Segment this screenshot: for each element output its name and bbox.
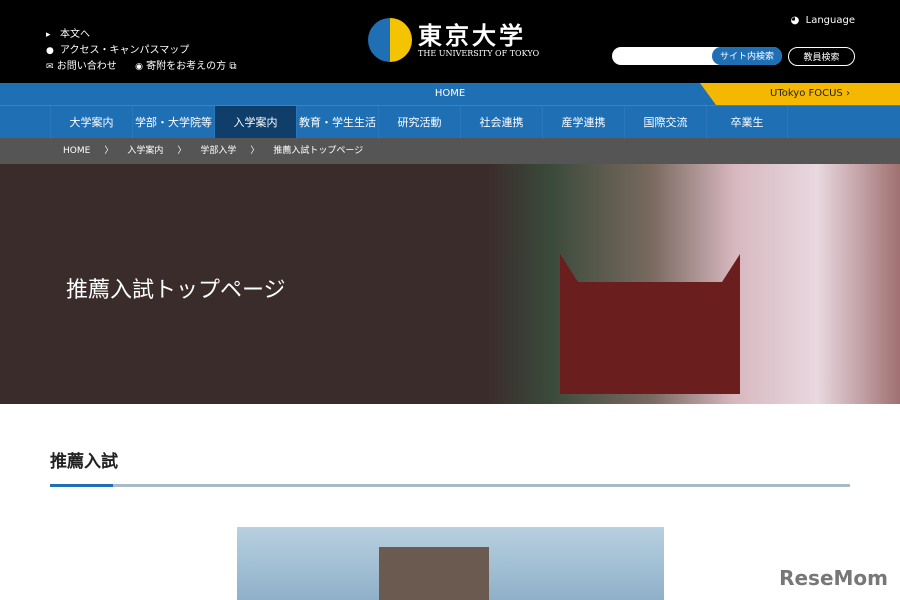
- ginkgo-logo-icon: [368, 18, 412, 62]
- external-link-icon: ⧉: [229, 61, 237, 72]
- utokyo-focus-link[interactable]: UTokyo FOCUS ›: [700, 83, 900, 105]
- home-link[interactable]: HOME: [435, 88, 465, 99]
- nav-about[interactable]: 大学案内: [50, 106, 132, 138]
- nav-industry[interactable]: 産学連携: [542, 106, 624, 138]
- university-logo[interactable]: 東京大学 THE UNIVERSITY OF TOKYO: [368, 18, 539, 62]
- contact-link[interactable]: ✉ お問い合わせ: [46, 59, 117, 75]
- donate-label: 寄附をお考えの方: [146, 61, 227, 72]
- access-link[interactable]: ● アクセス・キャンパスマップ: [46, 43, 236, 59]
- breadcrumb-home[interactable]: HOME: [63, 138, 90, 164]
- utility-links: ▸ 本文へ ● アクセス・キャンパスマップ ✉ お問い合わせ ◉ 寄附をお考えの方 …: [46, 27, 236, 75]
- skip-label: 本文へ: [60, 29, 90, 40]
- page-title: 推薦入試トップページ: [66, 278, 286, 303]
- header: ▸ 本文へ ● アクセス・キャンパスマップ ✉ お問い合わせ ◉ 寄附をお考えの方 …: [0, 0, 900, 83]
- resemom-watermark: ReseMom: [779, 566, 888, 590]
- nav-education[interactable]: 教育・学生生活: [296, 106, 378, 138]
- language-button[interactable]: ◕ Language: [791, 15, 855, 26]
- chevron-right-icon: 〉: [177, 146, 187, 156]
- breadcrumb-current: 推薦入試トップページ: [273, 146, 364, 156]
- breadcrumb-undergrad[interactable]: 学部入学: [200, 138, 236, 164]
- breadcrumb: HOME 〉 入学案内 〉 学部入学 〉 推薦入試トップページ: [0, 138, 900, 164]
- nav-admissions[interactable]: 入学案内: [214, 106, 296, 138]
- language-label: Language: [805, 15, 855, 26]
- donate-link[interactable]: ◉ 寄附をお考えの方 ⧉: [135, 59, 236, 75]
- faculty-search-button[interactable]: 教員検索: [788, 47, 855, 66]
- nav-research[interactable]: 研究活動: [378, 106, 460, 138]
- main-nav: 大学案内 学部・大学院等 入学案内 教育・学生生活 研究活動 社会連携 産学連携…: [0, 105, 900, 138]
- chevron-right-icon: 〉: [104, 146, 114, 156]
- nav-alumni[interactable]: 卒業生: [706, 106, 788, 138]
- nav-international[interactable]: 国際交流: [624, 106, 706, 138]
- nav-faculties[interactable]: 学部・大学院等: [132, 106, 214, 138]
- search-input[interactable]: [620, 48, 715, 67]
- site-search: サイト内検索: [612, 47, 782, 67]
- mail-icon: ✉: [46, 62, 54, 72]
- section-heading: 推薦入試: [50, 452, 118, 472]
- contact-label: お問い合わせ: [56, 61, 117, 72]
- chevron-right-icon: 〉: [250, 146, 260, 156]
- globe-icon: ◕: [790, 15, 800, 26]
- logo-english: THE UNIVERSITY OF TOKYO: [418, 48, 540, 58]
- yasuda-auditorium-photo: [237, 527, 664, 600]
- skip-link[interactable]: ▸ 本文へ: [46, 27, 236, 43]
- hero-banner: 推薦入試トップページ: [0, 164, 900, 404]
- nav-society[interactable]: 社会連携: [460, 106, 542, 138]
- logo-japanese: 東京大学: [418, 20, 526, 50]
- donate-icon: ◉: [135, 62, 143, 72]
- section-divider: [50, 484, 850, 487]
- caret-right-icon: ▸: [46, 30, 51, 40]
- map-pin-icon: ●: [46, 46, 54, 56]
- home-bar: HOME UTokyo FOCUS ›: [0, 83, 900, 105]
- access-label: アクセス・キャンパスマップ: [60, 45, 190, 56]
- breadcrumb-admissions[interactable]: 入学案内: [127, 138, 163, 164]
- site-search-button[interactable]: サイト内検索: [712, 47, 782, 65]
